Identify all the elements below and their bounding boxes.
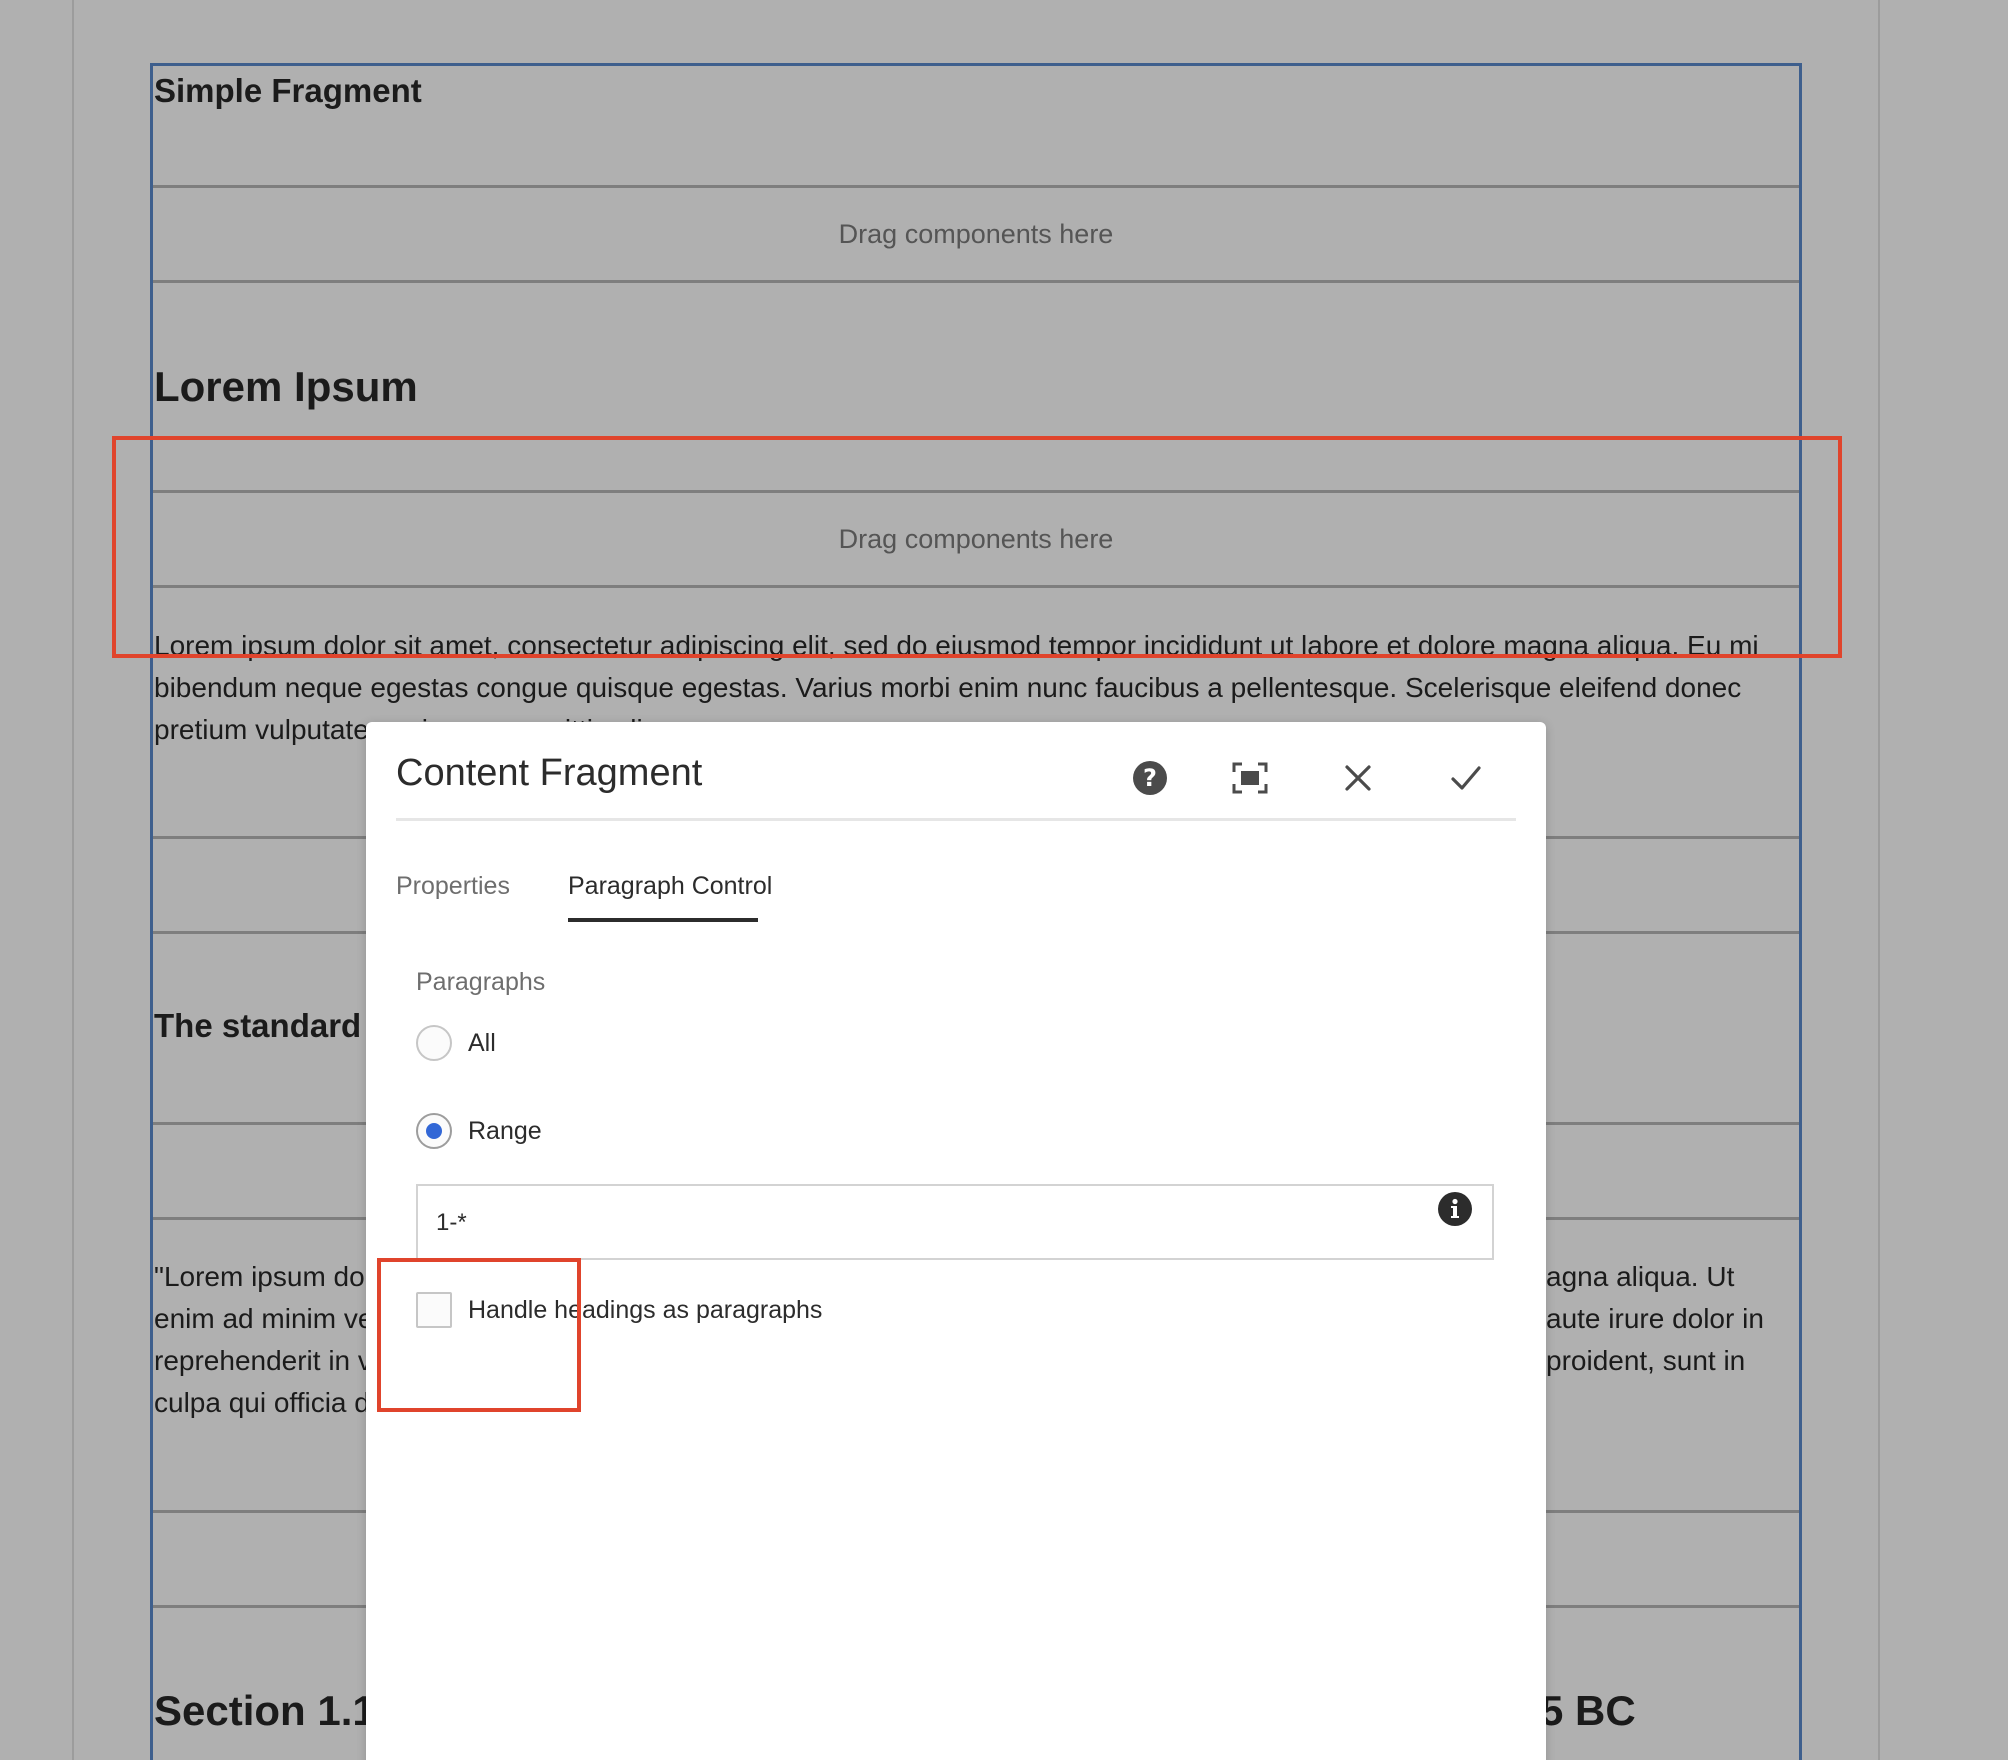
fullscreen-icon [1232,762,1268,794]
radio-range-label: Range [468,1116,542,1145]
close-button[interactable] [1332,752,1384,804]
highlight-drop-zone [112,436,1842,658]
paragraph-line: proident, sunt in [1546,1345,1746,1376]
help-button[interactable]: ? [1124,752,1176,804]
highlight-checkbox [377,1258,581,1412]
range-input[interactable] [436,1204,1396,1242]
page-left-rule [72,0,74,1760]
fragment-title: Simple Fragment [154,72,422,109]
heading-section-right[interactable]: 5 BC [1540,1687,1636,1735]
drop-zone-label: Drag components here [838,218,1114,249]
info-glyph [1451,1198,1459,1218]
paragraphs-label: Paragraphs [416,968,546,996]
tab-selected-indicator [568,918,758,922]
close-icon [1345,765,1371,791]
fullscreen-button[interactable] [1224,752,1276,804]
paragraph-line: bibendum neque egestas congue quisque eg… [154,672,1742,703]
radio-all[interactable]: All [416,1025,496,1061]
info-icon[interactable] [1438,1192,1472,1226]
page-right-rule [1878,0,1880,1760]
tab-paragraph-control[interactable]: Paragraph Control [568,872,772,901]
radio-range[interactable]: Range [416,1113,542,1149]
tab-properties[interactable]: Properties [396,872,510,901]
paragraph-line: agna aliqua. Ut [1546,1261,1735,1292]
heading-section-left[interactable]: Section 1.10 [154,1687,399,1735]
paragraph-line: aute irure dolor in [1546,1303,1764,1334]
radio-all-label: All [468,1028,496,1057]
content-fragment-dialog: Content Fragment ? Properties Paragraph … [366,722,1546,1760]
svg-text:?: ? [1143,764,1157,792]
radio-selected-dot [426,1123,442,1139]
heading-standard[interactable]: The standard L [154,1007,391,1045]
help-icon: ? [1133,761,1167,795]
range-field[interactable] [416,1184,1494,1260]
radio-all-control[interactable] [416,1025,452,1061]
checkmark-icon [1451,766,1481,790]
dialog-header-divider [396,818,1516,821]
heading-lorem-ipsum[interactable]: Lorem Ipsum [154,363,418,411]
paragraph-quote-right[interactable]: agna aliqua. Ut aute irure dolor in proi… [1546,1256,1796,1382]
dialog-title: Content Fragment [396,752,703,794]
drop-zone-1[interactable]: Drag components here [153,185,1799,283]
radio-range-control[interactable] [416,1113,452,1149]
done-button[interactable] [1440,752,1492,804]
